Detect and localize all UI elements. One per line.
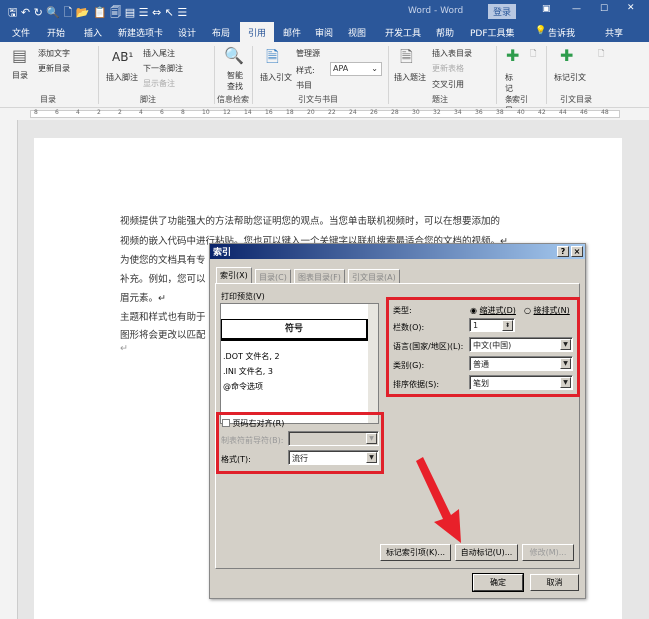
red-arrow-icon	[416, 457, 461, 543]
annotation-arrow	[416, 457, 461, 543]
